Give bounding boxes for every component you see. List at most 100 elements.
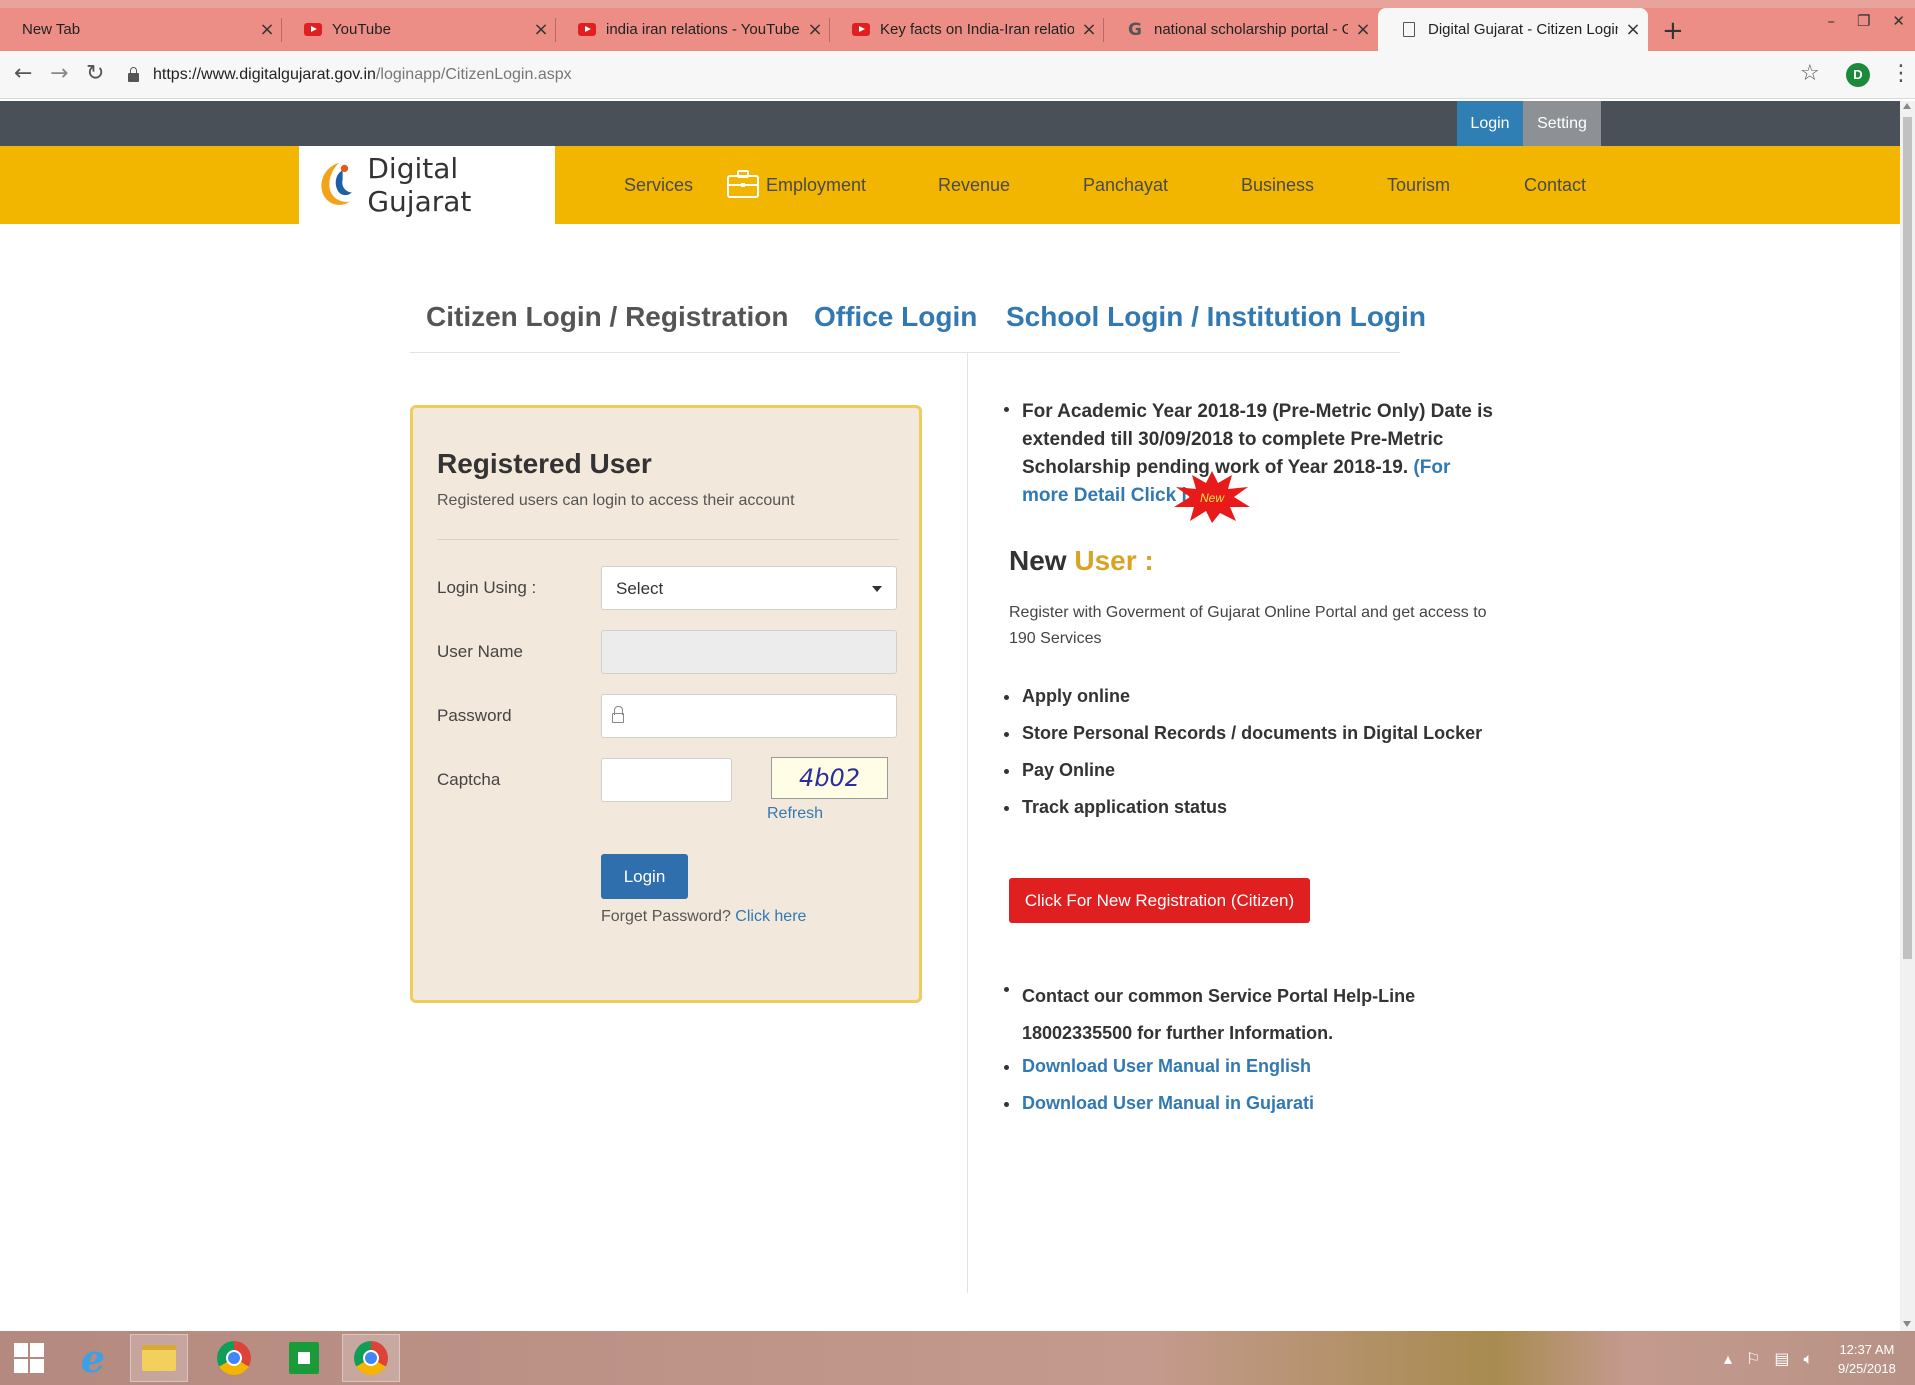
feature-item: Apply online <box>1000 686 1130 707</box>
minimize-icon[interactable]: – <box>1827 12 1835 30</box>
new-user-description: Register with Goverment of Gujarat Onlin… <box>1009 604 1487 647</box>
nav-business[interactable]: Business <box>1241 146 1314 224</box>
nav-tourism[interactable]: Tourism <box>1387 146 1450 224</box>
start-windows-icon[interactable] <box>0 1334 58 1382</box>
clock-time: 12:37 AM <box>1839 1342 1895 1357</box>
scroll-down-icon[interactable] <box>1903 1321 1911 1327</box>
file-explorer-icon[interactable] <box>130 1334 188 1382</box>
new-badge-text: New <box>1200 491 1225 505</box>
system-tray: ▴ ⚐ ▤ 🔈︎ <box>1724 1349 1813 1369</box>
close-icon[interactable]: × <box>252 19 282 40</box>
download-manual-gujarati[interactable]: Download User Manual in Gujarati <box>1000 1093 1314 1114</box>
browser-tab-scholarship[interactable]: G national scholarship portal - Goo × <box>1104 8 1378 51</box>
scroll-thumb[interactable] <box>1903 117 1912 959</box>
password-input[interactable] <box>601 694 897 738</box>
clock-date: 9/25/2018 <box>1838 1361 1896 1376</box>
login-using-label: Login Using : <box>437 578 537 597</box>
chrome-active-icon[interactable] <box>342 1334 400 1382</box>
browser-tab-strip: New Tab × YouTube × india iran relations… <box>0 0 1915 51</box>
reload-icon[interactable]: ↻ <box>86 61 104 86</box>
panel-title: Registered User <box>437 448 652 479</box>
panel-subtitle: Registered users can login to access the… <box>437 492 795 509</box>
password-label: Password <box>437 706 512 725</box>
username-label: User Name <box>437 642 523 661</box>
registered-user-panel: Registered User Registered users can log… <box>410 405 922 1003</box>
close-icon[interactable]: × <box>1348 19 1378 40</box>
store-icon[interactable] <box>275 1334 333 1382</box>
feature-item: Pay Online <box>1000 760 1115 781</box>
new-registration-button[interactable]: Click For New Registration (Citizen) <box>1009 878 1310 923</box>
login-type-tabs: Citizen Login / Registration Office Logi… <box>410 285 1426 353</box>
forgot-password-text: Forget Password? <box>601 908 731 925</box>
forgot-password: Forget Password? Click here <box>601 908 806 926</box>
feature-item: Store Personal Records / documents in Di… <box>1000 723 1482 744</box>
window-controls: – ❐ ✕ <box>1827 12 1905 30</box>
page-icon <box>1400 21 1418 39</box>
back-arrow-icon[interactable]: ← <box>14 61 32 86</box>
tab-title: national scholarship portal - Goo <box>1154 21 1348 38</box>
close-icon[interactable]: × <box>1074 19 1104 40</box>
window-close-icon[interactable]: ✕ <box>1892 12 1905 30</box>
top-login-link[interactable]: Login <box>1457 101 1523 146</box>
youtube-icon <box>578 21 596 39</box>
address-bar: ← → ↻ https://www.digitalgujarat.gov.in/… <box>0 51 1915 99</box>
panel-divider <box>437 539 899 540</box>
briefcase-icon <box>727 170 759 198</box>
nav-revenue[interactable]: Revenue <box>938 146 1010 224</box>
nav-services[interactable]: Services <box>624 146 693 224</box>
nav-employment[interactable]: Employment <box>766 146 866 224</box>
browser-tab-youtube[interactable]: YouTube × <box>282 8 556 51</box>
browser-tab-new-tab[interactable]: New Tab × <box>0 8 282 51</box>
action-center-flag-icon[interactable]: ⚐ <box>1746 1349 1760 1369</box>
scholarship-notice: For Academic Year 2018-19 (Pre-Metric On… <box>1000 398 1500 510</box>
scroll-up-icon[interactable] <box>1903 103 1911 109</box>
bookmark-star-icon[interactable]: ☆ <box>1800 61 1820 86</box>
new-user-heading-part2: User : <box>1074 545 1154 576</box>
browser-tab-key-facts[interactable]: Key facts on India-Iran relations - × <box>830 8 1104 51</box>
captcha-label: Captcha <box>437 770 501 789</box>
download-manual-english[interactable]: Download User Manual in English <box>1000 1056 1311 1077</box>
site-logo[interactable]: Digital Gujarat <box>299 146 555 224</box>
browser-tab-digital-gujarat[interactable]: Digital Gujarat - Citizen Login × <box>1378 8 1648 51</box>
tab-title: Digital Gujarat - Citizen Login <box>1428 21 1618 38</box>
captcha-refresh-link[interactable]: Refresh <box>767 805 823 823</box>
close-icon[interactable]: × <box>1618 19 1648 40</box>
tray-chevron-up-icon[interactable]: ▴ <box>1724 1349 1732 1369</box>
forgot-password-link[interactable]: Click here <box>735 908 806 925</box>
login-button[interactable]: Login <box>601 854 688 899</box>
top-setting-link[interactable]: Setting <box>1523 101 1601 146</box>
url-text: https://www.digitalgujarat.gov.in/logina… <box>153 66 572 83</box>
url-field[interactable]: https://www.digitalgujarat.gov.in/logina… <box>128 59 1778 91</box>
youtube-icon <box>304 21 322 39</box>
forward-arrow-icon[interactable]: → <box>50 61 68 86</box>
tab-school-login[interactable]: School Login / Institution Login <box>1006 301 1426 333</box>
captcha-input[interactable] <box>601 758 732 802</box>
padlock-icon <box>612 706 624 723</box>
captcha-image: 4b02 <box>771 757 888 799</box>
kebab-menu-icon[interactable]: ⋮ <box>1890 61 1912 86</box>
browser-tab-india-iran[interactable]: india iran relations - YouTube × <box>556 8 830 51</box>
tab-citizen-login[interactable]: Citizen Login / Registration <box>426 301 788 333</box>
site-top-strip: Login Setting <box>0 101 1900 146</box>
tab-title: YouTube <box>332 21 391 38</box>
nav-panchayat[interactable]: Panchayat <box>1083 146 1168 224</box>
system-clock[interactable]: 12:37 AM 9/25/2018 <box>1838 1340 1896 1378</box>
network-icon[interactable]: ▤ <box>1774 1349 1789 1369</box>
login-using-select[interactable]: Select <box>601 566 897 610</box>
volume-icon[interactable]: 🔈︎ <box>1804 1349 1814 1369</box>
internet-explorer-icon[interactable]: e <box>64 1334 122 1382</box>
close-icon[interactable]: × <box>526 19 556 40</box>
digital-gujarat-logo-icon <box>321 162 352 205</box>
profile-avatar[interactable]: D <box>1846 63 1870 87</box>
nav-contact[interactable]: Contact <box>1524 146 1586 224</box>
restore-icon[interactable]: ❐ <box>1857 12 1870 30</box>
tab-office-login[interactable]: Office Login <box>814 301 977 333</box>
close-icon[interactable]: × <box>800 19 830 40</box>
new-badge-icon: New <box>1174 471 1250 523</box>
username-input[interactable] <box>601 630 897 674</box>
tab-title: New Tab <box>22 21 81 38</box>
chrome-icon[interactable] <box>205 1334 263 1382</box>
page-scrollbar[interactable] <box>1900 101 1915 1331</box>
new-tab-plus-icon[interactable]: + <box>1662 16 1684 46</box>
site-navbar: Digital Gujarat Services Employment Reve… <box>0 146 1900 224</box>
